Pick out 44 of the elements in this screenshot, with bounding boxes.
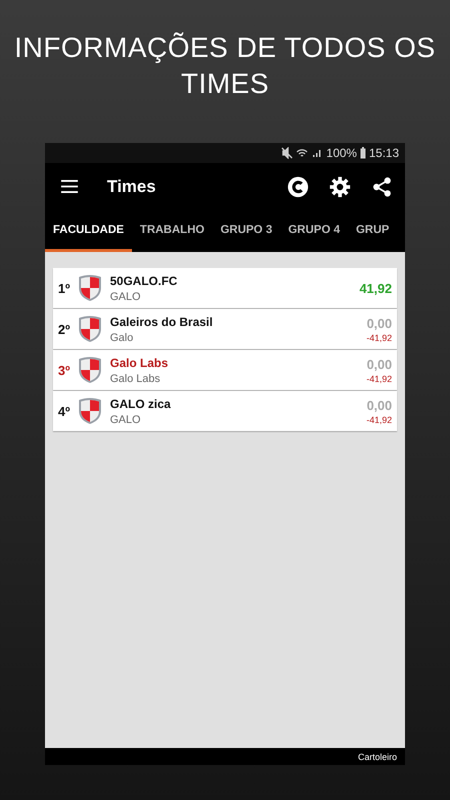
score: 0,00 bbox=[366, 398, 392, 412]
footer-label: Cartoleiro bbox=[358, 752, 397, 762]
owner-name: GALO bbox=[110, 290, 142, 302]
team-row[interactable]: 4º GALO zica GALO 0,00 -41,92 bbox=[53, 391, 397, 431]
score: 0,00 bbox=[366, 316, 392, 330]
team-name: 50GALO.FC bbox=[110, 274, 178, 288]
team-row[interactable]: 2º Galeiros do Brasil Galo 0,00 -41,92 bbox=[53, 309, 397, 349]
team-name: Galo Labs bbox=[110, 356, 170, 370]
share-icon[interactable] bbox=[371, 176, 393, 198]
battery-icon bbox=[360, 147, 366, 159]
score-difference: -41,92 bbox=[366, 414, 392, 424]
owner-name: GALO bbox=[110, 414, 142, 426]
position: 4º bbox=[58, 404, 71, 418]
team-row[interactable]: 3º Galo Labs Galo Labs 0,00 -41,92 bbox=[53, 350, 397, 390]
score: 0,00 bbox=[366, 356, 392, 372]
clock: 15:13 bbox=[368, 146, 399, 160]
team-name: Galeiros do Brasil bbox=[110, 314, 214, 328]
score-difference: -41,92 bbox=[366, 374, 392, 384]
score: 41,92 bbox=[359, 280, 392, 296]
tab[interactable]: TRABALHO bbox=[132, 210, 212, 252]
headline: INFORMAÇÕES DE TODOS OS TIMES bbox=[13, 31, 437, 101]
position: 3º bbox=[58, 362, 71, 378]
wifi-icon bbox=[296, 147, 308, 159]
tab[interactable]: GRUPO 3 bbox=[212, 210, 280, 252]
owner-name: Galo bbox=[110, 332, 134, 344]
shield-icon bbox=[78, 356, 102, 384]
team-row[interactable]: 1º 50GALO.FC GALO 41,92 bbox=[53, 268, 397, 308]
tab[interactable]: GRUP bbox=[348, 210, 398, 252]
score-difference: -41,92 bbox=[366, 332, 392, 342]
shield-icon bbox=[78, 315, 102, 343]
mute-icon bbox=[281, 147, 294, 159]
shield-icon bbox=[78, 397, 102, 425]
menu-icon[interactable] bbox=[61, 180, 78, 193]
owner-name: Galo Labs bbox=[110, 372, 162, 384]
settings-icon[interactable] bbox=[329, 176, 351, 198]
position: 2º bbox=[58, 322, 71, 336]
position: 1º bbox=[58, 280, 71, 296]
tab[interactable]: GRUPO 4 bbox=[280, 210, 348, 252]
toolbar-title: Times bbox=[107, 176, 156, 196]
team-name: GALO zica bbox=[110, 396, 172, 410]
battery-percent: 100% bbox=[326, 146, 357, 160]
signal-icon bbox=[311, 147, 324, 159]
shield-icon bbox=[78, 274, 102, 302]
coin-icon[interactable] bbox=[287, 176, 309, 198]
